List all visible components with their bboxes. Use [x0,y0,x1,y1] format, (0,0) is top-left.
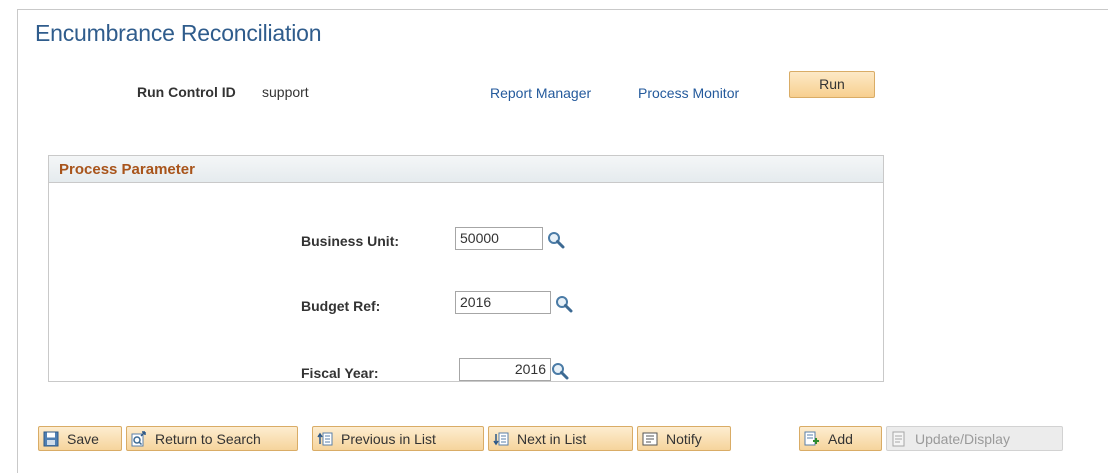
update-display-icon [891,431,907,447]
add-label: Add [828,430,853,447]
page-frame-top-border [17,9,1108,10]
return-to-search-icon [131,430,147,447]
process-parameter-group: Process Parameter [48,155,884,382]
return-to-search-label: Return to Search [155,430,261,447]
report-manager-link[interactable]: Report Manager [490,85,591,101]
budget-ref-lookup-icon[interactable] [555,295,573,313]
page-title: Encumbrance Reconciliation [35,20,322,46]
previous-in-list-icon [317,431,333,447]
return-to-search-button[interactable]: Return to Search [126,426,298,451]
save-label: Save [67,430,99,447]
budget-ref-input[interactable]: 2016 [455,291,551,314]
process-parameter-header: Process Parameter [49,156,883,183]
next-in-list-icon [493,431,509,447]
add-button[interactable]: Add [799,426,882,451]
fiscal-year-input[interactable]: 2016 [459,358,551,381]
save-button[interactable]: Save [38,426,122,451]
page-frame-left-border [17,9,18,473]
budget-ref-label: Budget Ref: [301,298,381,314]
run-button[interactable]: Run [789,71,875,98]
fiscal-year-lookup-icon[interactable] [551,362,569,380]
add-document-icon [804,431,820,447]
business-unit-lookup-icon[interactable] [547,231,565,249]
business-unit-label: Business Unit: [301,233,400,249]
business-unit-input[interactable]: 50000 [455,227,543,250]
notify-icon [642,431,658,447]
process-monitor-link[interactable]: Process Monitor [638,85,739,101]
previous-in-list-label: Previous in List [341,430,436,447]
fiscal-year-label: Fiscal Year: [301,365,379,381]
update-display-label: Update/Display [915,430,1010,447]
notify-button[interactable]: Notify [637,426,731,451]
next-in-list-button[interactable]: Next in List [488,426,633,451]
save-disk-icon [43,431,59,447]
run-control-id-value: support [262,84,309,100]
next-in-list-label: Next in List [517,430,587,447]
update-display-button[interactable]: Update/Display [886,426,1063,451]
notify-label: Notify [666,430,702,447]
run-control-id-label: Run Control ID [137,84,236,100]
previous-in-list-button[interactable]: Previous in List [312,426,484,451]
